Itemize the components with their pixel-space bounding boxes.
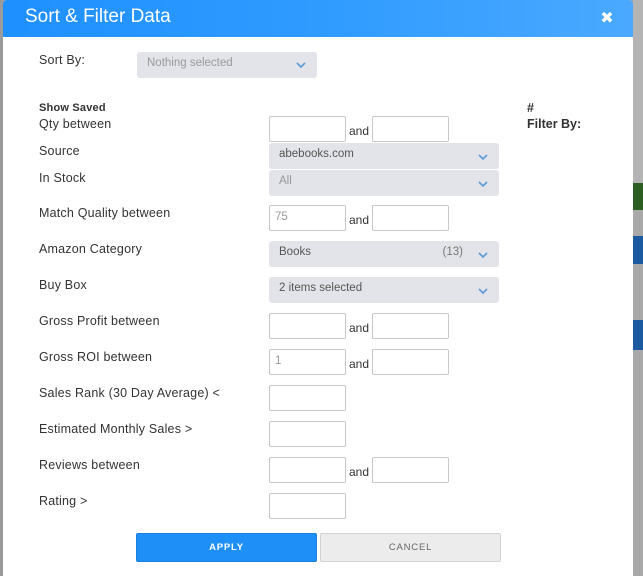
- amazon-category-value: Books: [279, 246, 311, 258]
- qty-min-input[interactable]: [269, 116, 346, 142]
- monthly-sales-input[interactable]: [269, 421, 346, 447]
- sales-rank-label: Sales Rank (30 Day Average) <: [39, 386, 221, 400]
- and-text: and: [349, 465, 370, 479]
- gross-roi-label: Gross ROI between: [39, 350, 153, 364]
- qty-max-input[interactable]: [372, 116, 449, 142]
- monthly-sales-label: Estimated Monthly Sales >: [39, 422, 193, 436]
- source-value: abebooks.com: [279, 148, 354, 160]
- sort-filter-modal: Sort & Filter Data ✖ Sort By: Nothing se…: [3, 0, 633, 576]
- and-text: and: [349, 124, 370, 138]
- reviews-min-input[interactable]: [269, 457, 346, 483]
- background-chunk: [633, 0, 643, 183]
- source-select[interactable]: abebooks.com: [269, 143, 499, 169]
- reviews-label: Reviews between: [39, 458, 140, 472]
- gross-roi-min-input[interactable]: 1: [269, 349, 346, 375]
- modal-title: Sort & Filter Data: [25, 6, 171, 27]
- chevron-down-icon: [478, 154, 488, 161]
- buy-box-label: Buy Box: [39, 278, 87, 292]
- sales-rank-input[interactable]: [269, 385, 346, 411]
- background-chunk: [633, 320, 643, 350]
- reviews-max-input[interactable]: [372, 457, 449, 483]
- cancel-button[interactable]: CANCEL: [320, 533, 501, 562]
- show-saved-link[interactable]: Show Saved: [39, 102, 106, 114]
- rating-input[interactable]: [269, 493, 346, 519]
- qty-label: Qty between: [39, 117, 112, 131]
- amazon-category-label: Amazon Category: [39, 242, 143, 256]
- match-quality-max-input[interactable]: [372, 205, 449, 231]
- apply-button[interactable]: APPLY: [136, 533, 317, 562]
- gross-roi-max-input[interactable]: [372, 349, 449, 375]
- hash-label: #: [527, 101, 534, 115]
- filter-by-label: Filter By:: [527, 117, 582, 131]
- and-text: and: [349, 321, 370, 335]
- gross-profit-max-input[interactable]: [372, 313, 449, 339]
- sort-by-value: Nothing selected: [147, 57, 233, 69]
- background-chunk: [633, 183, 643, 210]
- source-label: Source: [39, 144, 80, 158]
- sort-by-label: Sort By:: [39, 53, 86, 67]
- gross-profit-min-input[interactable]: [269, 313, 346, 339]
- rating-label: Rating >: [39, 494, 88, 508]
- chevron-down-icon: [296, 62, 306, 69]
- chevron-down-icon: [478, 181, 488, 188]
- match-quality-min-input[interactable]: 75: [269, 205, 346, 231]
- buy-box-select[interactable]: 2 items selected: [269, 277, 499, 303]
- amazon-category-select[interactable]: Books (13): [269, 241, 499, 267]
- in-stock-label: In Stock: [39, 171, 86, 185]
- background-chunk: [633, 236, 643, 264]
- modal-header: Sort & Filter Data ✖: [3, 0, 633, 37]
- chevron-down-icon: [478, 288, 488, 295]
- category-count: (13): [442, 246, 463, 258]
- and-text: and: [349, 357, 370, 371]
- buy-box-value: 2 items selected: [279, 282, 363, 294]
- close-icon[interactable]: ✖: [599, 10, 615, 26]
- chevron-down-icon: [478, 252, 488, 259]
- gross-profit-label: Gross Profit between: [39, 314, 160, 328]
- in-stock-select[interactable]: All: [269, 170, 499, 196]
- in-stock-value: All: [279, 175, 292, 187]
- and-text: and: [349, 213, 370, 227]
- sort-by-select[interactable]: Nothing selected: [137, 52, 317, 78]
- match-quality-label: Match Quality between: [39, 206, 171, 220]
